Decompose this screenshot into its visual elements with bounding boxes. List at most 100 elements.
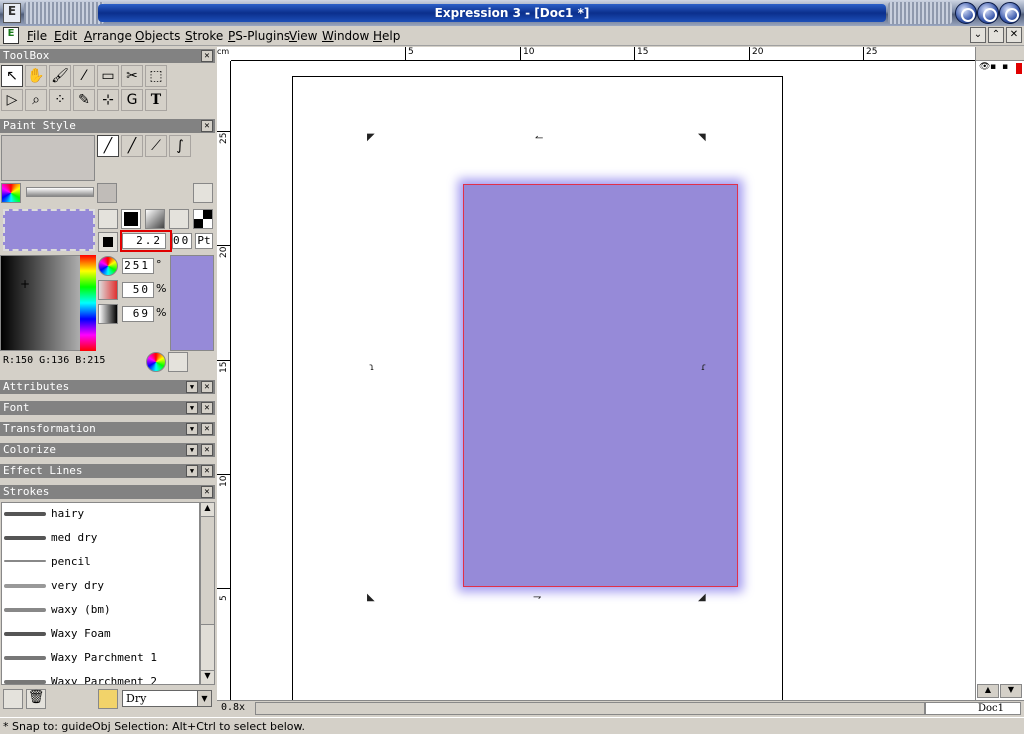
close-icon[interactable]: ✕ — [201, 120, 213, 132]
list-item[interactable]: Waxy Parchment 1 — [2, 647, 199, 671]
list-item[interactable]: Waxy Foam — [2, 623, 199, 647]
more-options-icon[interactable] — [193, 183, 213, 203]
text-tool-icon[interactable]: T — [145, 89, 167, 111]
corner-handle-icon[interactable]: ◣ — [367, 592, 375, 603]
node-edit-icon[interactable]: ⁘ — [49, 89, 71, 111]
color-picker-icon[interactable] — [146, 352, 166, 372]
horizontal-ruler[interactable]: 5 10 15 20 25 — [231, 47, 975, 61]
side-handle-icon[interactable]: ɾ — [701, 362, 706, 373]
doc-tab[interactable]: Doc1 — [925, 702, 1021, 715]
selected-rectangle[interactable] — [463, 184, 738, 587]
menu-objects[interactable]: Objects — [135, 29, 180, 43]
vertical-ruler[interactable]: 25 20 15 10 5 — [217, 61, 231, 700]
menu-view[interactable]: View — [289, 29, 317, 43]
close-icon[interactable]: ✕ — [201, 423, 213, 435]
saturation-input[interactable]: 50 — [122, 282, 154, 298]
eyedropper-icon[interactable]: ⁄ — [73, 65, 95, 87]
rotate-handle-icon[interactable]: ⇁ — [533, 592, 541, 603]
list-item[interactable]: very dry — [2, 575, 199, 599]
print-icon[interactable]: ▪ — [1002, 62, 1008, 72]
close-window-button[interactable] — [999, 2, 1021, 24]
document-canvas[interactable]: ◤ ↼ ◥ ɿ ɾ ◣ ⇁ ◢ — [231, 61, 975, 700]
texture-icon[interactable] — [97, 183, 117, 203]
list-item[interactable]: hairy — [2, 503, 199, 527]
eyedropper-icon[interactable] — [168, 352, 188, 372]
dropdown-icon[interactable]: ▼ — [186, 402, 198, 414]
scroll-down-icon[interactable]: ▼ — [201, 670, 214, 684]
scroll-up-icon[interactable]: ▲ — [201, 503, 214, 517]
menu-ps-plugins[interactable]: PS-Plugins — [228, 29, 290, 43]
hand-icon[interactable]: ✋ — [25, 65, 47, 87]
effect-lines-header[interactable]: Effect Lines ▼ ✕ — [0, 464, 215, 478]
stroke-solid-icon[interactable]: ╱ — [121, 135, 143, 157]
menu-edit[interactable]: Edit — [54, 29, 77, 43]
menu-arrange[interactable]: Arrange — [84, 29, 132, 43]
stroke-width-fraction[interactable]: 00 — [172, 233, 192, 249]
close-icon[interactable]: ✕ — [201, 381, 213, 393]
dropdown-icon[interactable]: ▼ — [186, 465, 198, 477]
close-icon[interactable]: ✕ — [201, 465, 213, 477]
unit-select[interactable]: Pt — [195, 233, 213, 249]
width-slider[interactable] — [26, 187, 94, 197]
trash-icon[interactable]: 🗑 — [26, 689, 46, 709]
zoom-icon[interactable]: ⌕ — [25, 89, 47, 111]
value-input[interactable]: 69 — [122, 306, 154, 322]
list-item[interactable]: med dry — [2, 527, 199, 551]
stroke-none-icon[interactable]: ╱ — [97, 135, 119, 157]
document-icon[interactable]: E — [3, 27, 19, 44]
attributes-header[interactable]: Attributes ▼ ✕ — [0, 380, 215, 394]
stroke-color-icon[interactable] — [98, 232, 118, 252]
dropdown-icon[interactable]: ▼ — [186, 444, 198, 456]
brush-icon[interactable]: 🖌 — [49, 65, 71, 87]
gradient-fill-icon[interactable] — [145, 209, 165, 229]
zoom-level[interactable]: 0.8x — [221, 702, 245, 713]
mdi-restore-icon[interactable]: ⌃ — [988, 27, 1004, 43]
folder-icon[interactable] — [98, 689, 118, 709]
stroke-brush-icon[interactable]: ⟋ — [145, 135, 167, 157]
no-fill-icon[interactable] — [98, 209, 118, 229]
rotate-handle-icon[interactable]: ↼ — [535, 133, 543, 144]
eye-icon[interactable]: 👁 — [979, 62, 990, 72]
menu-help[interactable]: Help — [373, 29, 400, 43]
hue-ring[interactable] — [80, 255, 96, 351]
chevron-down-icon[interactable]: ▼ — [197, 691, 211, 706]
fill-swatch[interactable] — [3, 209, 95, 251]
list-item[interactable]: Waxy Parchment 2 — [2, 671, 199, 684]
dropdown-icon[interactable]: ▼ — [186, 381, 198, 393]
transformation-header[interactable]: Transformation ▼ ✕ — [0, 422, 215, 436]
strokes-scrollbar[interactable]: ▲ ▼ — [200, 502, 215, 685]
select-arrow-icon[interactable]: ↖ — [1, 65, 23, 87]
rotate-icon[interactable]: G — [121, 89, 143, 111]
stroke-skeletal-icon[interactable]: ∫ — [169, 135, 191, 157]
hue-input[interactable]: 251 — [122, 258, 154, 274]
pattern-fill-icon[interactable] — [169, 209, 189, 229]
lock-icon[interactable]: ▪ — [990, 62, 996, 72]
list-item[interactable]: waxy (bm) — [2, 599, 199, 623]
close-icon[interactable]: ✕ — [201, 486, 213, 498]
stroke-category-select[interactable]: Dry ▼ — [122, 690, 212, 707]
side-handle-icon[interactable]: ɿ — [369, 362, 374, 373]
layer-down-icon[interactable]: ▼ — [1000, 684, 1022, 698]
menu-stroke[interactable]: Stroke — [185, 29, 223, 43]
scroll-thumb[interactable] — [201, 517, 214, 625]
corner-handle-icon[interactable]: ◥ — [698, 132, 706, 143]
corner-handle-icon[interactable]: ◤ — [367, 132, 375, 143]
close-icon[interactable]: ✕ — [201, 50, 213, 62]
colorize-header[interactable]: Colorize ▼ ✕ — [0, 443, 215, 457]
menu-window[interactable]: Window — [322, 29, 369, 43]
layer-up-icon[interactable]: ▲ — [977, 684, 999, 698]
new-stroke-icon[interactable] — [3, 689, 23, 709]
close-icon[interactable]: ✕ — [201, 402, 213, 414]
list-item[interactable]: pencil — [2, 551, 199, 575]
direct-select-icon[interactable]: ▷ — [1, 89, 23, 111]
mdi-minimize-icon[interactable]: ⌄ — [970, 27, 986, 43]
mdi-close-icon[interactable]: ✕ — [1006, 27, 1022, 43]
menu-file[interactable]: File — [27, 29, 47, 43]
maximize-window-button[interactable] — [977, 2, 999, 24]
add-point-icon[interactable]: ⊹ — [97, 89, 119, 111]
color-wheel-icon[interactable] — [1, 183, 21, 203]
corner-handle-icon[interactable]: ◢ — [698, 592, 706, 603]
close-icon[interactable]: ✕ — [201, 444, 213, 456]
solid-fill-icon[interactable] — [121, 209, 141, 229]
rectangle-icon[interactable]: ▭ — [97, 65, 119, 87]
